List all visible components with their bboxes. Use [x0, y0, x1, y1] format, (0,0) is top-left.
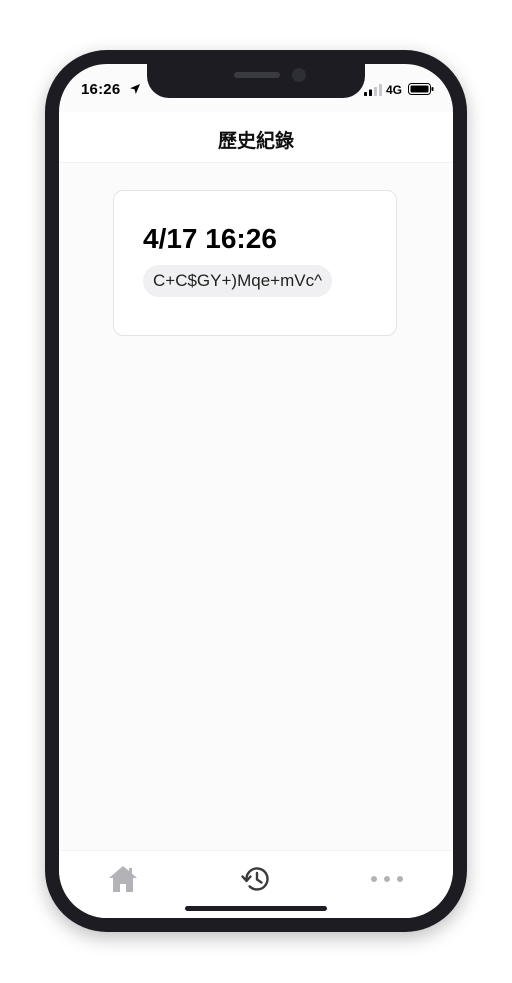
page: 16:26 4G 歷史紀錄 4/17 16:26 C+C$GY+)Mqe+mVc… — [0, 0, 512, 983]
history-icon — [241, 867, 269, 891]
tab-more[interactable] — [367, 861, 407, 897]
history-code: C+C$GY+)Mqe+mVc^ — [143, 265, 333, 297]
camera — [292, 68, 306, 82]
battery-icon — [408, 83, 434, 95]
network-type: 4G — [386, 83, 403, 97]
nav-header: 歷史紀錄 — [59, 112, 453, 163]
location-arrow-icon — [130, 84, 140, 94]
phone-screen: 16:26 4G 歷史紀錄 4/17 16:26 C+C$GY+)Mqe+mVc… — [59, 64, 453, 918]
speaker — [234, 72, 280, 78]
tab-home[interactable] — [103, 861, 143, 897]
phone-frame: 16:26 4G 歷史紀錄 4/17 16:26 C+C$GY+)Mqe+mVc… — [45, 50, 467, 932]
history-card[interactable]: 4/17 16:26 C+C$GY+)Mqe+mVc^ — [113, 190, 397, 336]
home-indicator[interactable] — [185, 906, 327, 911]
home-icon — [109, 866, 137, 892]
page-title: 歷史紀錄 — [217, 131, 294, 152]
more-icon — [371, 876, 403, 882]
cellular-signal-icon — [364, 84, 382, 96]
history-datetime: 4/17 16:26 — [143, 223, 277, 254]
tab-history[interactable] — [236, 861, 276, 897]
status-time: 16:26 — [81, 81, 121, 98]
notch — [147, 64, 365, 98]
